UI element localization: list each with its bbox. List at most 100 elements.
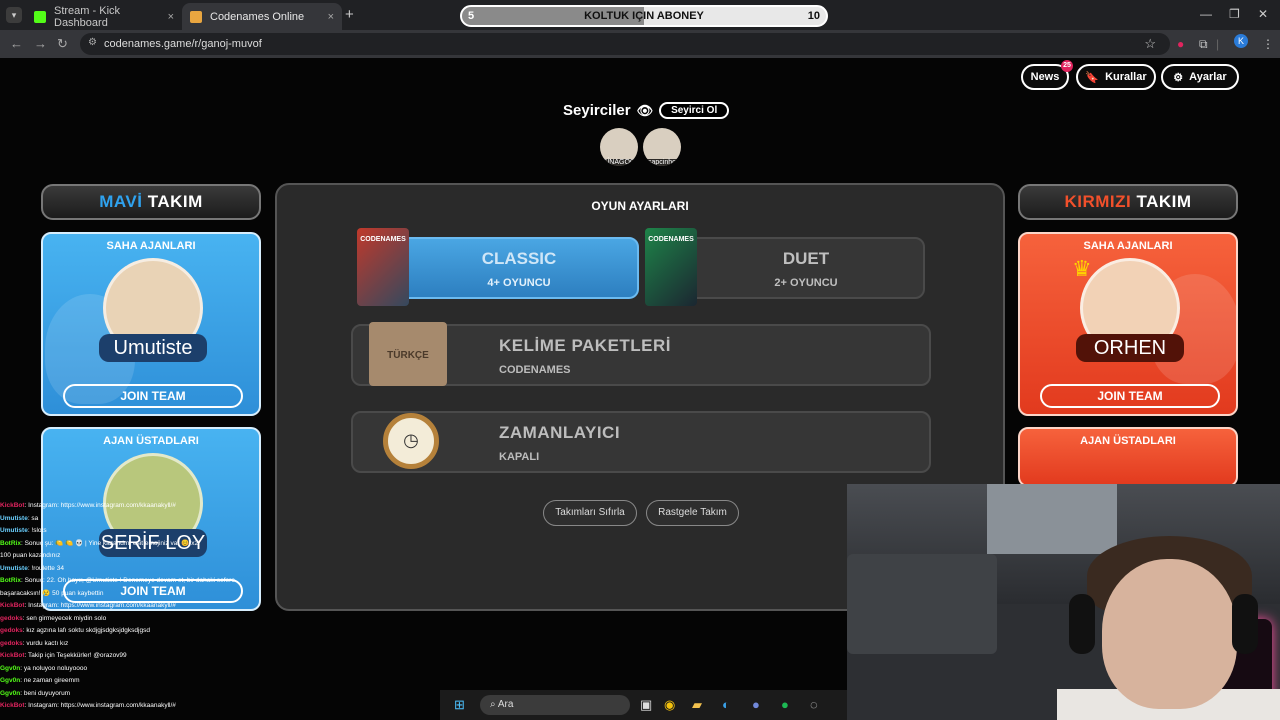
spectators-header: Seyirciler 👁 Seyirci Ol bbox=[563, 102, 730, 119]
tab-search-icon[interactable]: ▾ bbox=[6, 7, 22, 23]
word-pack-box-label: TÜRKÇE bbox=[387, 350, 429, 361]
timer-subtitle: KAPALI bbox=[499, 451, 540, 463]
close-tab-icon[interactable]: × bbox=[328, 11, 334, 23]
blue-team-title-rest: TAKIM bbox=[142, 192, 203, 211]
become-spectator-button[interactable]: Seyirci Ol bbox=[659, 102, 730, 119]
toolbar-divider: | bbox=[1216, 37, 1220, 51]
extension-icon[interactable]: ● bbox=[1177, 37, 1184, 51]
word-pack-box-image: TÜRKÇE bbox=[369, 322, 447, 386]
sub-goal-label: KOLTUK IÇIN ABONEY bbox=[584, 10, 704, 22]
discord-icon[interactable]: ● bbox=[752, 697, 760, 712]
taskbar-search[interactable]: ⌕ Ara bbox=[480, 695, 630, 715]
red-operatives-card: SAHA AJANLARI ♛ ORHEN JOIN TEAM bbox=[1018, 232, 1238, 416]
spectator-avatar: sapcinho bbox=[643, 128, 681, 166]
profile-avatar[interactable]: K bbox=[1234, 34, 1248, 48]
close-tab-icon[interactable]: × bbox=[168, 11, 174, 23]
rules-button[interactable]: 🔖 Kurallar bbox=[1076, 64, 1156, 90]
tab-label: Stream - Kick Dashboard bbox=[54, 4, 121, 29]
reload-icon[interactable]: ↻ bbox=[57, 36, 68, 52]
red-operatives-join-button[interactable]: JOIN TEAM bbox=[1040, 384, 1220, 408]
box-label: CODENAMES bbox=[360, 236, 406, 243]
close-window-icon[interactable]: ✕ bbox=[1258, 7, 1268, 21]
chat-text: : Instagram: https://www.instagram.com/k… bbox=[24, 702, 176, 709]
settings-button[interactable]: ⚙ Ayarlar bbox=[1161, 64, 1239, 90]
chat-username: KickBot bbox=[0, 602, 25, 609]
random-teams-button[interactable]: Rastgele Takım bbox=[646, 500, 739, 526]
chat-text: 100 puan kazandınız bbox=[0, 552, 61, 559]
tab-kick-dashboard[interactable]: Stream - Kick Dashboard × bbox=[26, 3, 182, 30]
maximize-icon[interactable]: ❐ bbox=[1229, 7, 1240, 21]
chat-text: : !slots bbox=[27, 527, 47, 534]
blue-operatives-card: SAHA AJANLARI Umutiste JOIN TEAM bbox=[41, 232, 261, 416]
headphone-icon bbox=[1232, 594, 1258, 654]
task-view-icon[interactable]: ▣ bbox=[640, 697, 652, 713]
spotify-icon[interactable]: ● bbox=[781, 697, 789, 712]
chat-username: KickBot bbox=[0, 652, 25, 659]
news-badge: 25 bbox=[1061, 60, 1073, 72]
chat-username: Umutiste bbox=[0, 514, 28, 522]
codenames-favicon-icon bbox=[190, 10, 202, 23]
chat-username: Ggv0n bbox=[0, 677, 21, 684]
chat-username: Ggv0n bbox=[0, 664, 21, 672]
mode-title: DUET bbox=[782, 249, 830, 268]
webcam-feed bbox=[847, 484, 1280, 720]
blue-operatives-join-button[interactable]: JOIN TEAM bbox=[63, 384, 243, 408]
mode-classic-button[interactable]: CLASSIC 4+ OYUNCU bbox=[399, 237, 639, 299]
webcam-face bbox=[1102, 559, 1237, 709]
tab-label: Codenames Online bbox=[210, 10, 305, 23]
chat-username: BotRix bbox=[0, 539, 21, 547]
url-text: codenames.game/r/ganoj-muvof bbox=[104, 38, 262, 50]
chat-text: başaracaksın! 😢 50 puan kaybettin bbox=[0, 589, 104, 597]
chat-message: BotRix: Sonuç şu: 🍋 🍋 💀 | Yine kazandın!… bbox=[0, 538, 300, 551]
chat-message: KickBot: Instagram: https://www.instagra… bbox=[0, 500, 300, 513]
chat-username: KickBot bbox=[0, 502, 25, 509]
file-explorer-icon[interactable]: ▰ bbox=[692, 697, 702, 713]
forward-icon[interactable]: → bbox=[34, 36, 47, 51]
blue-operatives-title: SAHA AJANLARI bbox=[106, 240, 196, 252]
address-toolbar: ← → ↻ ⚙ codenames.game/r/ganoj-muvof ☆ ●… bbox=[0, 30, 1280, 58]
chrome-icon[interactable]: ◉ bbox=[664, 697, 675, 713]
stream-chat-overlay: KickBot: Instagram: https://www.instagra… bbox=[0, 500, 300, 720]
kick-favicon-icon bbox=[34, 10, 46, 23]
chat-text: : Sonuç: 22. Oh hayır, @Umutiste ! Denem… bbox=[20, 577, 235, 584]
app-icon[interactable]: ◌ bbox=[810, 697, 818, 712]
bookmark-icon: 🔖 bbox=[1085, 71, 1100, 84]
mode-duet-button[interactable]: DUET 2+ OYUNCU bbox=[687, 237, 925, 299]
reset-teams-button[interactable]: Takımları Sıfırla bbox=[543, 500, 637, 526]
chat-username: gedoks bbox=[0, 627, 23, 634]
edge-icon[interactable]: ◐ bbox=[722, 697, 730, 712]
site-info-icon[interactable]: ⚙ bbox=[88, 37, 97, 48]
settings-label: Ayarlar bbox=[1189, 71, 1227, 83]
chat-username: gedoks bbox=[0, 639, 23, 647]
timer-title: ZAMANLAYICI bbox=[499, 423, 621, 442]
back-icon[interactable]: ← bbox=[10, 36, 23, 51]
chat-text: : sa bbox=[27, 514, 39, 522]
new-tab-button[interactable]: + bbox=[345, 6, 354, 23]
chat-message: gedoks: kız agzına lafı soktu skdjgjsdgk… bbox=[0, 625, 300, 638]
browser-tab-bar: ▾ Stream - Kick Dashboard × Codenames On… bbox=[0, 0, 1280, 30]
chat-username: Umutiste bbox=[0, 527, 28, 534]
webcam-window bbox=[987, 484, 1117, 554]
red-team-title: KIRMIZI TAKIM bbox=[1018, 184, 1238, 220]
menu-kebab-icon[interactable]: ⋮ bbox=[1262, 37, 1274, 51]
red-operative-name: ORHEN bbox=[1076, 334, 1184, 362]
chat-text: : Takip için Teşekkürler! @orazov99 bbox=[24, 652, 127, 659]
spectator-avatar: SİNAGOG bbox=[600, 128, 638, 166]
chat-message: Umutiste: sa bbox=[0, 513, 300, 526]
extensions-puzzle-icon[interactable]: ⧉ bbox=[1199, 37, 1208, 52]
bookmark-star-icon[interactable]: ☆ bbox=[1144, 36, 1156, 52]
sub-goal-target: 10 bbox=[807, 10, 820, 22]
gear-icon: ⚙ bbox=[1173, 71, 1184, 84]
windows-start-icon[interactable]: ⊞ bbox=[454, 697, 465, 713]
chat-text: : Instagram: https://www.instagram.com/k… bbox=[24, 502, 176, 509]
rules-label: Kurallar bbox=[1105, 71, 1147, 83]
chat-message: KickBot: Takip için Teşekkürler! @orazov… bbox=[0, 650, 300, 663]
news-button[interactable]: News 25 bbox=[1021, 60, 1073, 90]
timer-button[interactable]: ◷ ZAMANLAYICI KAPALI bbox=[351, 411, 931, 473]
minimize-icon[interactable]: — bbox=[1200, 7, 1212, 21]
tab-codenames-online[interactable]: Codenames Online × bbox=[182, 3, 342, 30]
news-label: News bbox=[1030, 71, 1060, 83]
address-bar[interactable]: ⚙ codenames.game/r/ganoj-muvof ☆ bbox=[80, 33, 1170, 55]
box-label: CODENAMES bbox=[648, 236, 694, 243]
word-packs-button[interactable]: TÜRKÇE KELİME PAKETLERİ CODENAMES bbox=[351, 322, 931, 386]
